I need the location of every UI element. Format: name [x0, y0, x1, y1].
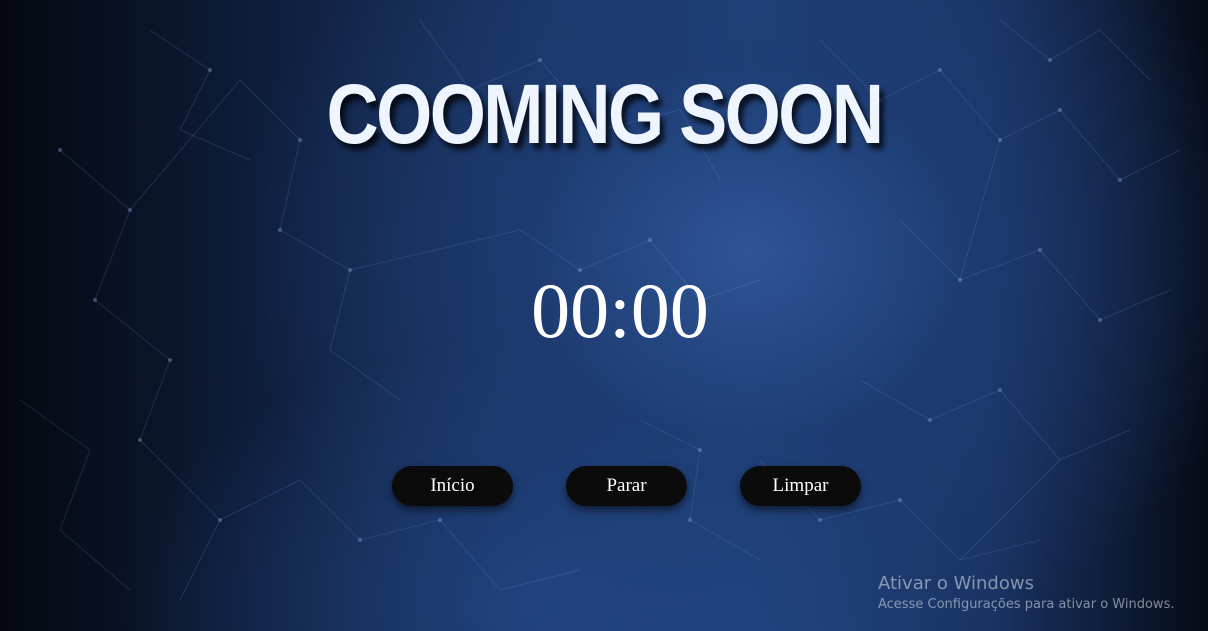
clear-button[interactable]: Limpar: [740, 466, 861, 506]
watermark-title: Ativar o Windows: [878, 573, 1034, 594]
start-button[interactable]: Início: [392, 466, 513, 506]
page-title: COOMING SOON: [326, 67, 884, 161]
stop-button[interactable]: Parar: [566, 466, 687, 506]
windows-activation-watermark: Ativar o Windows Acesse Configurações pa…: [878, 573, 1174, 615]
timer-display: 00:00: [531, 267, 709, 354]
watermark-subtitle: Acesse Configurações para ativar o Windo…: [878, 597, 1175, 612]
